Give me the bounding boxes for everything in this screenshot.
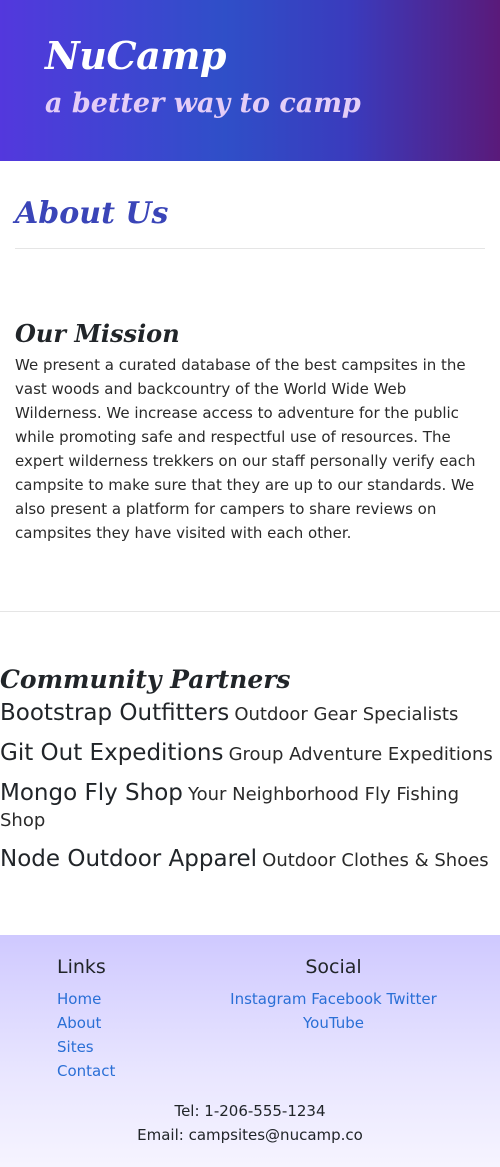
social-link-instagram[interactable]: Instagram <box>230 990 306 1008</box>
partner-item: Bootstrap Outfitters Outdoor Gear Specia… <box>0 700 500 728</box>
partners-heading: Community Partners <box>0 665 291 694</box>
social-link-twitter[interactable]: Twitter <box>387 990 437 1008</box>
partner-item: Mongo Fly Shop Your Neighborhood Fly Fis… <box>0 780 500 834</box>
brand-tagline: a better way to camp <box>45 88 361 119</box>
page-title: About Us <box>15 196 169 231</box>
social-links: Instagram Facebook Twitter YouTube <box>220 987 447 1035</box>
site-footer: Links Home About Sites Contact Social In… <box>0 935 500 1167</box>
partner-description: Group Adventure Expeditions <box>228 744 493 765</box>
social-link-facebook[interactable]: Facebook <box>311 990 381 1008</box>
footer-link-sites[interactable]: Sites <box>57 1035 115 1059</box>
partner-name: Git Out Expeditions <box>0 740 224 766</box>
brand-title: NuCamp <box>45 33 227 78</box>
footer-links-column: Links Home About Sites Contact <box>57 955 115 1083</box>
divider <box>15 248 485 249</box>
partner-description: Outdoor Gear Specialists <box>234 704 459 725</box>
about-section: About Us Our Mission We present a curate… <box>0 161 500 874</box>
footer-social-heading: Social <box>305 956 362 978</box>
footer-link-home[interactable]: Home <box>57 987 115 1011</box>
site-header: NuCamp a better way to camp <box>0 0 500 161</box>
mission-text: We present a curated database of the bes… <box>15 356 476 542</box>
contact-info: Tel: 1-206-555-1234 Email: campsites@nuc… <box>0 1099 500 1147</box>
contact-phone: Tel: 1-206-555-1234 <box>174 1102 326 1120</box>
partner-item: Node Outdoor Apparel Outdoor Clothes & S… <box>0 846 500 874</box>
mission-heading: Our Mission <box>15 319 180 348</box>
partner-description: Outdoor Clothes & Shoes <box>262 850 489 871</box>
social-link-youtube[interactable]: YouTube <box>303 1014 364 1032</box>
footer-link-contact[interactable]: Contact <box>57 1059 115 1083</box>
footer-links-heading: Links <box>57 956 106 978</box>
partner-name: Node Outdoor Apparel <box>0 846 258 872</box>
partner-name: Mongo Fly Shop <box>0 780 183 806</box>
divider <box>0 611 500 612</box>
partner-item: Git Out Expeditions Group Adventure Expe… <box>0 740 500 768</box>
footer-link-about[interactable]: About <box>57 1011 115 1035</box>
footer-social-column: Social Instagram Facebook Twitter YouTub… <box>220 955 447 1035</box>
contact-email: Email: campsites@nucamp.co <box>137 1126 363 1144</box>
partner-name: Bootstrap Outfitters <box>0 700 230 726</box>
